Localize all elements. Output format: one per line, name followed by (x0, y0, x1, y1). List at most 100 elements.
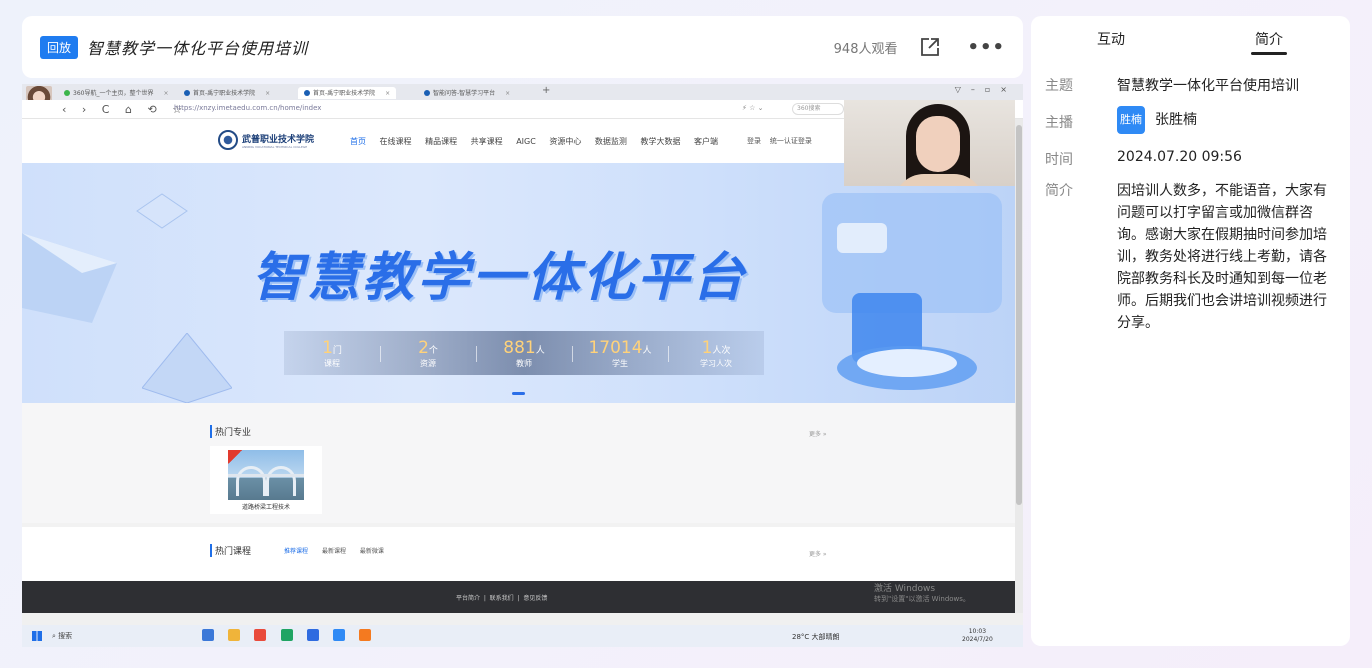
windows-start-icon (32, 631, 42, 641)
address-actions-icon: ⚡ ☆ ⌄ (742, 104, 764, 112)
activate-windows-hint: 转到"设置"以激活 Windows。 (874, 595, 970, 603)
college-logo-text: 武普职业技术学院 (242, 135, 315, 145)
stat-teachers: 881人 教师 (476, 338, 572, 369)
live-header: 回放 智慧教学一体化平台使用培训 948人观看 ••• (22, 16, 1023, 78)
more-link: 更多 » (809, 551, 827, 558)
url-text: https://xnzy.imetaedu.com.cn/home/index (174, 104, 322, 112)
crystal-decoration-icon (142, 333, 232, 403)
window-controls: ▽–▫× (954, 85, 1017, 94)
taskbar-app-icon (359, 629, 372, 641)
hot-ribbon-icon (228, 450, 242, 464)
taskbar-app-icon (280, 629, 293, 641)
taskbar-search: ⌕ 搜索 (52, 632, 73, 640)
crystal-decoration-icon (136, 193, 188, 229)
browser-search-box: 360搜索 (792, 103, 844, 115)
taskbar-weather: 28°C 大部晴朗 (792, 633, 840, 641)
tab-favicon-icon (424, 90, 430, 96)
site-nav-item: 在线课程 (379, 137, 412, 146)
page-scrollbar-thumb (1016, 125, 1022, 505)
hot-courses-title: 热门课程 (210, 544, 251, 557)
site-nav-item: 共享课程 (470, 137, 503, 146)
site-nav-item: 数据监测 (594, 137, 627, 146)
tab-favicon-icon (304, 90, 310, 96)
site-nav-item: 客户端 (694, 137, 718, 146)
site-footer: 平台简介 | 联系我们 | 意见反馈 激活 Windows 转到"设置"以激活 … (22, 581, 1015, 613)
carousel-indicator (512, 392, 525, 395)
info-panel: 互动 简介 主题 智慧教学一体化平台使用培训 主播 胜楠 张胜楠 时间 2024.… (1031, 16, 1350, 646)
course-sub-tab: 最新微课 (359, 548, 384, 555)
stats-strip: 1门 课程 2个 资源 881人 教师 17014人 学生 1人次 学习人次 (284, 331, 764, 375)
site-nav-item: 首页 (350, 137, 366, 146)
browser-tab: 智能问答-智慧学习平台 × (418, 87, 516, 99)
banner-title: 智慧教学一体化平台 (252, 248, 748, 308)
site-login-links: 登录 统一认证登录 (747, 136, 812, 146)
browser-tab: 首页-禹宁职业技术学院 × (178, 87, 276, 99)
viewer-count: 948人观看 (833, 41, 898, 57)
browser-nav-icons: ‹ › C ⌂ ⟲ ☆ (62, 103, 189, 116)
topic-label: 主题 (1045, 78, 1073, 94)
course-sub-tab: 最新课程 (321, 548, 346, 555)
replay-badge: 回放 (40, 35, 79, 59)
host-label: 主播 (1045, 115, 1073, 131)
hot-majors-section: 热门专业 更多 » (22, 403, 1015, 523)
taskbar-app-icon (202, 629, 214, 641)
major-card: 道路桥梁工程技术 (210, 446, 322, 514)
tab-favicon-icon (184, 90, 190, 96)
college-logo-subtext: ANNING VOCATIONAL TECHNICAL COLLEGE (242, 145, 308, 149)
browser-tab: 360导航_一个主页，整个世界 × (58, 87, 174, 99)
intro-label: 简介 (1045, 183, 1073, 199)
stat-students: 17014人 学生 (572, 338, 668, 369)
site-nav-menu: 首页 在线课程 精品课程 共享课程 AIGC 资源中心 数据监测 教学大数据 客… (350, 136, 729, 147)
site-sso-link: 统一认证登录 (769, 137, 812, 145)
intro-text: 因培训人数多，不能语音，大家有问题可以打字留言或加微信群咨询。感谢大家在假期抽时… (1117, 183, 1327, 331)
major-card-name: 道路桥梁工程技术 (241, 504, 290, 511)
course-sub-tabs: 推荐课程 最新课程 最新微课 (284, 546, 396, 555)
site-login-link: 登录 (747, 137, 761, 145)
tab-favicon-icon (64, 90, 70, 96)
taskbar-apps (202, 629, 383, 643)
site-nav-item: AIGC (516, 137, 536, 146)
more-icon[interactable]: ••• (967, 37, 1005, 58)
site-nav-item: 精品课程 (425, 137, 458, 146)
share-icon[interactable] (919, 36, 941, 58)
topic-value: 智慧教学一体化平台使用培训 (1117, 78, 1299, 94)
stat-courses: 1门 课程 (322, 337, 342, 368)
host-avatar: 胜楠 (1117, 106, 1145, 134)
time-value: 2024.07.20 09:56 (1117, 149, 1242, 165)
header-actions: 948人观看 ••• (834, 36, 1005, 58)
course-sub-tab: 推荐课程 (284, 548, 309, 555)
live-title: 智慧教学一体化平台使用培训 (87, 39, 309, 58)
windows-taskbar: ⌕ 搜索 28°C 大部晴朗 10:03 2024/7/20 (22, 625, 1023, 647)
college-logo-icon (218, 130, 238, 150)
activate-windows-watermark: 激活 Windows (874, 584, 936, 594)
browser-tab-active: 首页-禹宁职业技术学院 × (298, 87, 397, 99)
host-name: 张胜楠 (1155, 112, 1197, 128)
site-nav-item: 教学大数据 (640, 137, 681, 146)
video-player[interactable]: 360导航_一个主页，整个世界 × 首页-禹宁职业技术学院 × 首页-禹宁职业技术学… (22, 84, 1023, 647)
tech-decoration-icon (822, 193, 1002, 390)
new-tab-icon: + (542, 85, 551, 96)
page-scrollbar (1015, 119, 1023, 613)
presenter-webcam (844, 100, 1015, 186)
crystal-decoration-icon (22, 233, 117, 323)
stat-resources: 2个 资源 (380, 338, 476, 369)
browser-tabbar: 360导航_一个主页，整个世界 × 首页-禹宁职业技术学院 × 首页-禹宁职业技术学… (22, 84, 1023, 114)
taskbar-app-icon (333, 629, 346, 641)
tab-introduction[interactable]: 简介 (1251, 29, 1287, 55)
hot-courses-section: 热门课程 推荐课程 最新课程 最新微课 更多 » (22, 527, 1015, 581)
host-value: 胜楠 张胜楠 (1117, 106, 1197, 134)
taskbar-app-icon (254, 629, 267, 641)
taskbar-clock: 10:03 2024/7/20 (962, 628, 993, 643)
presenter-face (916, 116, 960, 172)
taskbar-app-icon (228, 629, 241, 641)
site-nav-item: 资源中心 (549, 137, 582, 146)
taskbar-app-icon (306, 629, 319, 641)
footer-links: 平台简介 | 联系我们 | 意见反馈 (456, 595, 548, 602)
stat-visits: 1人次 学习人次 (668, 338, 764, 369)
time-label: 时间 (1045, 152, 1073, 168)
site-banner: 智慧教学一体化平台 1门 课程 2个 资源 881人 教师 17014人 学生 … (22, 163, 1015, 403)
browser-status-row (22, 613, 1023, 625)
hot-majors-title: 热门专业 (210, 425, 251, 438)
more-link: 更多 » (809, 431, 827, 438)
tab-interaction[interactable]: 互动 (1097, 29, 1125, 49)
